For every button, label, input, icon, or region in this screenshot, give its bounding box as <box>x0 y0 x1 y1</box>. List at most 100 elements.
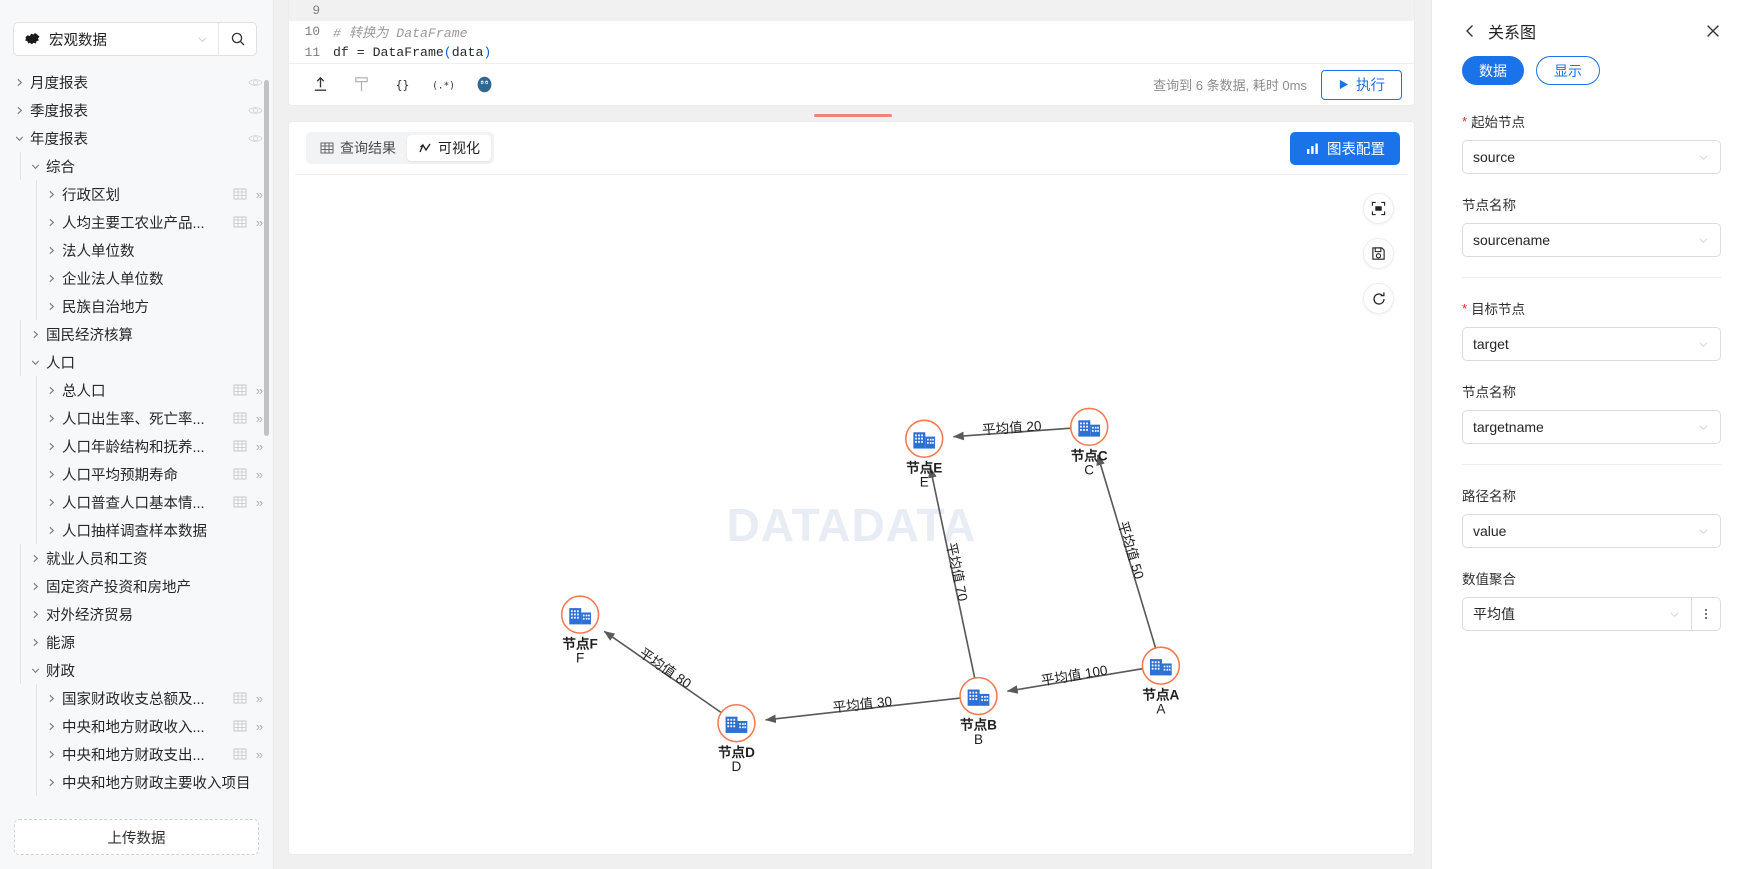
tree-item[interactable]: 就业人员和工资 <box>0 544 273 572</box>
eye-icon[interactable] <box>248 103 263 118</box>
field-select[interactable]: value <box>1462 514 1721 548</box>
tree-item[interactable]: 民族自治地方 <box>0 292 273 320</box>
dataset-tree[interactable]: 月度报表 季度报表 年度报表 综合 行政区划 » 人均主要工农业产品... » 法人单位数 企业法… <box>0 68 273 809</box>
tree-item[interactable]: 对外经济贸易 <box>0 600 273 628</box>
double-chevron-icon[interactable]: » <box>256 188 263 201</box>
grid-icon[interactable] <box>233 495 247 509</box>
eye-icon[interactable] <box>248 131 263 146</box>
chevron-right-icon[interactable] <box>43 217 59 228</box>
grid-icon[interactable] <box>233 719 247 733</box>
tree-item[interactable]: 中央和地方财政支出... » <box>0 740 273 768</box>
code-line[interactable]: 9 <box>289 0 1414 21</box>
double-chevron-icon[interactable]: » <box>256 440 263 453</box>
chevron-right-icon[interactable] <box>43 385 59 396</box>
tree-item[interactable]: 人口普查人口基本情... » <box>0 488 273 516</box>
postgresql-icon[interactable] <box>475 75 494 94</box>
eye-icon[interactable] <box>248 75 263 90</box>
grid-icon[interactable] <box>233 187 247 201</box>
chevron-down-icon[interactable] <box>11 133 27 144</box>
tree-item[interactable]: 固定资产投资和房地产 <box>0 572 273 600</box>
chevron-right-icon[interactable] <box>27 609 43 620</box>
panel-resize-handle[interactable] <box>813 114 892 117</box>
code-line[interactable]: 11 df = DataFrame(data) <box>289 42 1414 63</box>
grid-icon[interactable] <box>233 215 247 229</box>
graph-edge[interactable]: 平均值 20 <box>952 418 1071 441</box>
tree-item[interactable]: 财政 <box>0 656 273 684</box>
chevron-right-icon[interactable] <box>43 693 59 704</box>
tree-item[interactable]: 法人单位数 <box>0 236 273 264</box>
chevron-right-icon[interactable] <box>43 189 59 200</box>
field-more-button[interactable] <box>1691 597 1721 631</box>
dataset-select[interactable]: 宏观数据 <box>14 23 218 55</box>
tree-item[interactable]: 中央和地方财政主要收入项目 <box>0 768 273 796</box>
chevron-right-icon[interactable] <box>11 77 27 88</box>
tab-query-results[interactable]: 查询结果 <box>309 135 407 161</box>
graph-edge[interactable]: 平均值 100 <box>1006 663 1143 694</box>
chevron-down-icon[interactable] <box>27 161 43 172</box>
chevron-right-icon[interactable] <box>43 721 59 732</box>
close-icon[interactable] <box>1705 23 1721 39</box>
save-button[interactable] <box>1363 238 1394 269</box>
chevron-right-icon[interactable] <box>43 469 59 480</box>
chevron-right-icon[interactable] <box>27 553 43 564</box>
graph-node[interactable]: 节点BB <box>959 676 998 747</box>
tree-item[interactable]: 企业法人单位数 <box>0 264 273 292</box>
chevron-right-icon[interactable] <box>27 329 43 340</box>
tree-item[interactable]: 人均主要工农业产品... » <box>0 208 273 236</box>
grid-icon[interactable] <box>233 747 247 761</box>
field-select[interactable]: sourcename <box>1462 223 1721 257</box>
chevron-right-icon[interactable] <box>27 637 43 648</box>
field-select[interactable]: 平均值 <box>1462 597 1692 631</box>
double-chevron-icon[interactable]: » <box>256 692 263 705</box>
tree-item[interactable]: 能源 <box>0 628 273 656</box>
code-lines[interactable]: 9 10 # 转换为 DataFrame 11 df = DataFrame(data) <box>289 0 1414 63</box>
tree-item[interactable]: 人口出生率、死亡率... » <box>0 404 273 432</box>
chevron-right-icon[interactable] <box>43 749 59 760</box>
tree-item[interactable]: 总人口 » <box>0 376 273 404</box>
tree-item[interactable]: 人口 <box>0 348 273 376</box>
code-line[interactable]: 10 # 转换为 DataFrame <box>289 21 1414 42</box>
grid-icon[interactable] <box>233 439 247 453</box>
run-button[interactable]: 执行 <box>1321 69 1402 100</box>
chevron-right-icon[interactable] <box>43 413 59 424</box>
tree-item[interactable]: 人口抽样调查样本数据 <box>0 516 273 544</box>
graph-node[interactable]: 节点EE <box>905 419 944 490</box>
graph-node[interactable]: 节点FF <box>560 595 600 665</box>
tree-item[interactable]: 行政区划 » <box>0 180 273 208</box>
braces-icon[interactable]: {} <box>393 75 412 94</box>
tree-item[interactable]: 季度报表 <box>0 96 273 124</box>
refresh-button[interactable] <box>1363 283 1394 314</box>
chevron-down-icon[interactable] <box>27 665 43 676</box>
regex-icon[interactable]: (.*) <box>434 75 453 94</box>
chevron-right-icon[interactable] <box>43 301 59 312</box>
fullscreen-button[interactable] <box>1363 193 1394 224</box>
graph-node[interactable]: 节点AA <box>1141 646 1181 716</box>
graph-node[interactable]: 节点CC <box>1070 407 1109 478</box>
tree-item[interactable]: 综合 <box>0 152 273 180</box>
upload-icon[interactable] <box>311 75 330 94</box>
double-chevron-icon[interactable]: » <box>256 748 263 761</box>
double-chevron-icon[interactable]: » <box>256 412 263 425</box>
relationship-graph[interactable]: 平均值 20 平均值 50 平均值 70 平均值 100 平均值 30 平均值 80 节点E… <box>295 175 1408 848</box>
grid-icon[interactable] <box>233 467 247 481</box>
tab-visualization[interactable]: 可视化 <box>407 135 491 161</box>
chevron-right-icon[interactable] <box>43 525 59 536</box>
tree-item[interactable]: 人口平均预期寿命 » <box>0 460 273 488</box>
search-button[interactable] <box>218 23 256 55</box>
field-select[interactable]: target <box>1462 327 1721 361</box>
chevron-right-icon[interactable] <box>43 777 59 788</box>
chevron-right-icon[interactable] <box>11 105 27 116</box>
chevron-right-icon[interactable] <box>27 581 43 592</box>
panel-tab-data[interactable]: 数据 <box>1462 56 1524 85</box>
double-chevron-icon[interactable]: » <box>256 384 263 397</box>
double-chevron-icon[interactable]: » <box>256 496 263 509</box>
graph-canvas[interactable]: DATADATA 平均值 20 平均值 50 平均值 70 平均值 100 平均值 30… <box>295 174 1408 848</box>
grid-icon[interactable] <box>233 411 247 425</box>
tree-item[interactable]: 月度报表 <box>0 68 273 96</box>
double-chevron-icon[interactable]: » <box>256 720 263 733</box>
upload-data-button[interactable]: 上传数据 <box>14 819 259 855</box>
tree-item[interactable]: 年度报表 <box>0 124 273 152</box>
graph-edge[interactable]: 平均值 50 <box>1096 454 1157 649</box>
graph-edge[interactable]: 平均值 30 <box>765 694 961 724</box>
tree-item[interactable]: 人口年龄结构和抚养... » <box>0 432 273 460</box>
